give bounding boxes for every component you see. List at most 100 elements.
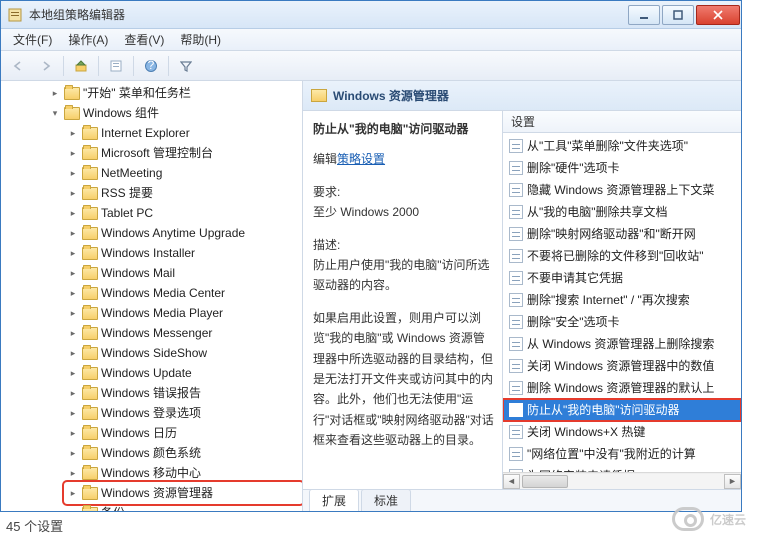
setting-item[interactable]: 隐藏 Windows 资源管理器上下文菜 — [503, 179, 741, 201]
chevron-right-icon[interactable]: ▸ — [67, 303, 79, 323]
chevron-down-icon[interactable]: ▾ — [49, 103, 61, 123]
tree-item[interactable]: ▸NetMeeting — [65, 163, 302, 183]
tree-item[interactable]: ▸RSS 提要 — [65, 183, 302, 203]
tree-item[interactable]: ▸Windows Anytime Upgrade — [65, 223, 302, 243]
setting-item[interactable]: 删除 Windows 资源管理器的默认上 — [503, 377, 741, 399]
setting-label: 删除"搜索 Internet" / "再次搜索 — [527, 291, 690, 309]
policy-icon — [509, 205, 523, 219]
setting-label: 从"工具"菜单删除"文件夹选项" — [527, 137, 688, 155]
setting-label: "网络位置"中没有"我附近的计算 — [527, 445, 696, 463]
chevron-right-icon[interactable]: ▸ — [67, 263, 79, 283]
menu-file[interactable]: 文件(F) — [5, 29, 60, 50]
menu-help[interactable]: 帮助(H) — [172, 29, 229, 50]
tree-item-label: 备份 — [101, 503, 125, 511]
chevron-right-icon[interactable]: ▸ — [67, 283, 79, 303]
back-button[interactable] — [7, 55, 29, 77]
tab-standard[interactable]: 标准 — [361, 489, 411, 511]
up-button[interactable] — [70, 55, 92, 77]
horizontal-scrollbar[interactable]: ◄ ► — [503, 472, 741, 489]
setting-item[interactable]: 不要申请其它凭据 — [503, 267, 741, 289]
tab-extended[interactable]: 扩展 — [309, 489, 359, 511]
menu-action[interactable]: 操作(A) — [60, 29, 116, 50]
chevron-right-icon[interactable]: ▸ — [67, 163, 79, 183]
setting-item[interactable]: 删除"硬件"选项卡 — [503, 157, 741, 179]
tree-item[interactable]: ▸ Windows 日历 — [65, 423, 302, 443]
maximize-button[interactable] — [662, 5, 694, 25]
setting-item[interactable]: 关闭 Windows 资源管理器中的数值 — [503, 355, 741, 377]
tree-item[interactable]: ▸Windows 资源管理器 — [65, 483, 302, 503]
folder-icon — [82, 347, 98, 360]
chevron-right-icon[interactable]: ▸ — [67, 403, 79, 423]
tree-item[interactable]: ▸Windows 颜色系统 — [65, 443, 302, 463]
scroll-track[interactable] — [520, 474, 724, 489]
setting-item[interactable]: 从 Windows 资源管理器上删除搜索 — [503, 333, 741, 355]
tree-item[interactable]: ▸Windows Update — [65, 363, 302, 383]
settings-column-header[interactable]: 设置 — [503, 111, 741, 133]
tree-item[interactable]: ▸Windows Media Center — [65, 283, 302, 303]
filter-button[interactable] — [175, 55, 197, 77]
chevron-right-icon[interactable]: ▸ — [67, 243, 79, 263]
chevron-right-icon[interactable]: ▸ — [67, 423, 79, 443]
tree-item-label: Windows 日历 — [101, 423, 177, 443]
edit-policy-link[interactable]: 策略设置 — [337, 152, 385, 166]
tree-item[interactable]: ▸ 备份 — [65, 503, 302, 511]
setting-item[interactable]: 不要将已删除的文件移到"回收站" — [503, 245, 741, 267]
setting-item[interactable]: 为网络安装申请凭据 — [503, 465, 741, 472]
settings-list[interactable]: 从"工具"菜单删除"文件夹选项" 删除"硬件"选项卡隐藏 Windows 资源管理… — [503, 133, 741, 472]
tree-item[interactable]: ▸Windows 错误报告 — [65, 383, 302, 403]
chevron-right-icon[interactable]: ▸ — [67, 383, 79, 403]
tree-item[interactable]: ▸Windows Messenger — [65, 323, 302, 343]
tree-item[interactable]: ▸Internet Explorer — [65, 123, 302, 143]
chevron-right-icon[interactable]: ▸ — [67, 223, 79, 243]
forward-button[interactable] — [35, 55, 57, 77]
scroll-thumb[interactable] — [522, 475, 568, 488]
tree-item[interactable]: ▾Windows 组件 — [47, 103, 302, 123]
help-button[interactable]: ? — [140, 55, 162, 77]
setting-item[interactable]: "网络位置"中没有"我附近的计算 — [503, 443, 741, 465]
chevron-right-icon[interactable]: ▸ — [67, 363, 79, 383]
setting-item[interactable]: 关闭 Windows+X 热键 — [503, 421, 741, 443]
folder-icon — [82, 167, 98, 180]
scroll-right-button[interactable]: ► — [724, 474, 741, 489]
chevron-right-icon[interactable]: ▸ — [67, 323, 79, 343]
tree-item[interactable]: ▸Windows SideShow — [65, 343, 302, 363]
chevron-right-icon[interactable]: ▸ — [67, 503, 79, 511]
close-button[interactable] — [696, 5, 740, 25]
tree-pane[interactable]: ▸"开始" 菜单和任务栏▾Windows 组件▸Internet Explore… — [1, 81, 303, 511]
chevron-right-icon[interactable]: ▸ — [67, 343, 79, 363]
chevron-right-icon[interactable]: ▸ — [67, 183, 79, 203]
setting-item[interactable]: 删除"安全"选项卡 — [503, 311, 741, 333]
setting-item[interactable]: 从"工具"菜单删除"文件夹选项" — [503, 135, 741, 157]
setting-label: 删除"硬件"选项卡 — [527, 159, 620, 177]
tree-item[interactable]: ▸ Windows 登录选项 — [65, 403, 302, 423]
chevron-right-icon[interactable]: ▸ — [67, 123, 79, 143]
setting-item[interactable]: 从"我的电脑"删除共享文档 — [503, 201, 741, 223]
scroll-left-button[interactable]: ◄ — [503, 474, 520, 489]
tree-item[interactable]: ▸"开始" 菜单和任务栏 — [47, 83, 302, 103]
tree-item[interactable]: ▸Microsoft 管理控制台 — [65, 143, 302, 163]
tree-item[interactable]: ▸Windows Mail — [65, 263, 302, 283]
setting-item[interactable]: 防止从"我的电脑"访问驱动器 — [503, 399, 741, 421]
tree-item-label: Windows 登录选项 — [101, 403, 201, 423]
chevron-right-icon[interactable]: ▸ — [67, 143, 79, 163]
tree-item[interactable]: ▸Tablet PC — [65, 203, 302, 223]
tree-item[interactable]: ▸Windows Installer — [65, 243, 302, 263]
tree-item[interactable]: ▸Windows Media Player — [65, 303, 302, 323]
chevron-right-icon[interactable]: ▸ — [67, 463, 79, 483]
setting-item[interactable]: 删除"映射网络驱动器"和"断开网 — [503, 223, 741, 245]
chevron-right-icon[interactable]: ▸ — [67, 443, 79, 463]
toolbar-divider — [168, 56, 169, 76]
policy-icon — [509, 381, 523, 395]
folder-icon — [311, 89, 327, 102]
setting-label: 删除"映射网络驱动器"和"断开网 — [527, 225, 696, 243]
folder-icon — [82, 447, 98, 460]
folder-icon — [82, 127, 98, 140]
setting-item[interactable]: 删除"搜索 Internet" / "再次搜索 — [503, 289, 741, 311]
minimize-button[interactable] — [628, 5, 660, 25]
tree-item[interactable]: ▸Windows 移动中心 — [65, 463, 302, 483]
properties-button[interactable] — [105, 55, 127, 77]
chevron-right-icon[interactable]: ▸ — [67, 203, 79, 223]
chevron-right-icon[interactable]: ▸ — [67, 483, 79, 503]
chevron-right-icon[interactable]: ▸ — [49, 83, 61, 103]
menu-view[interactable]: 查看(V) — [116, 29, 172, 50]
